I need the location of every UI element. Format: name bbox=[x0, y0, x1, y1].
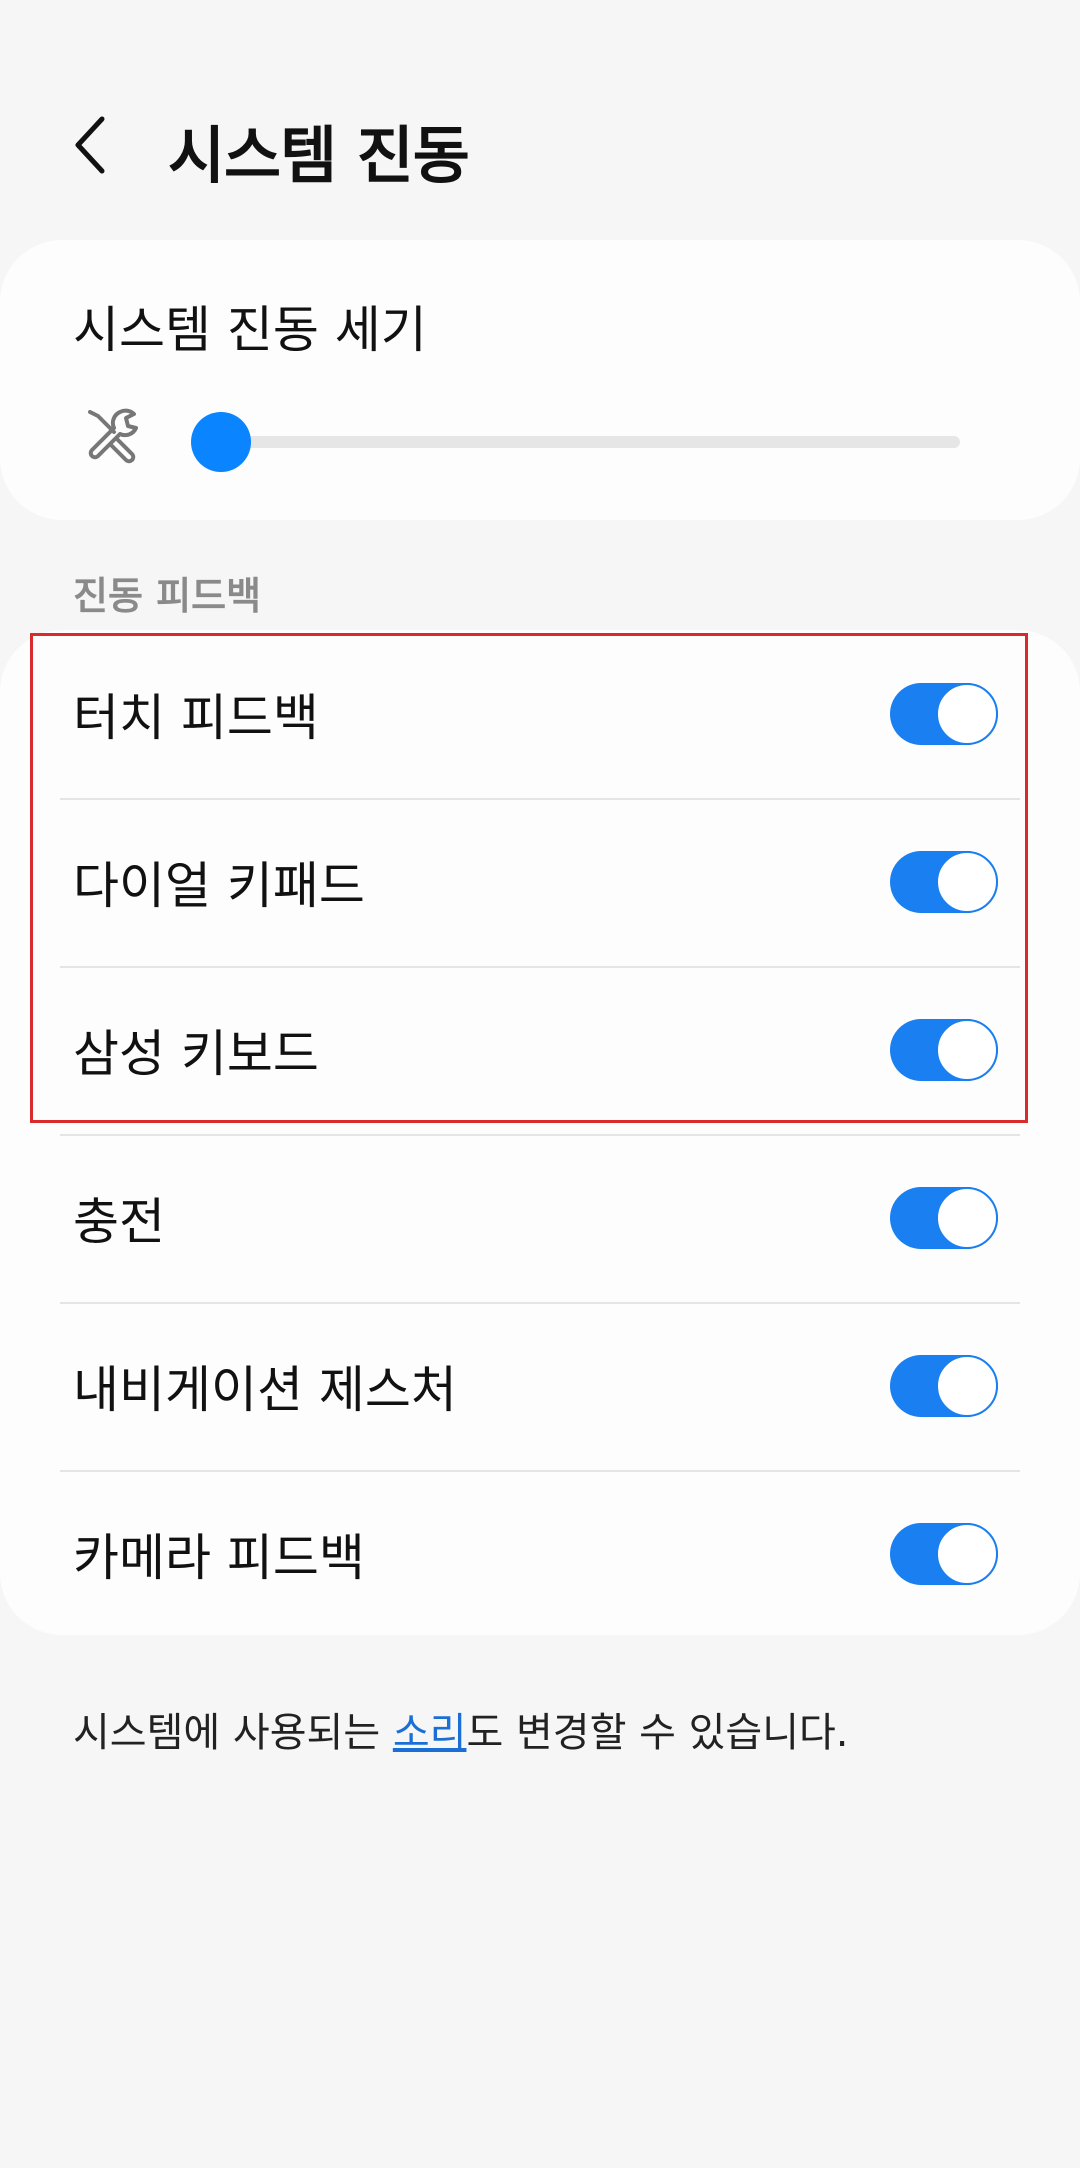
toggle-knob bbox=[936, 1523, 998, 1585]
list-item-samsung-keyboard[interactable]: 삼성 키보드 bbox=[0, 966, 1080, 1134]
intensity-title: 시스템 진동 세기 bbox=[73, 301, 427, 359]
list-item-label: 내비게이션 제스처 bbox=[73, 1361, 457, 1419]
toggle-knob bbox=[936, 851, 998, 913]
list-item-label: 삼성 키보드 bbox=[73, 1025, 319, 1083]
list-item-charging[interactable]: 충전 bbox=[0, 1134, 1080, 1302]
list-item-label: 터치 피드백 bbox=[73, 689, 319, 747]
list-item-camera-feedback[interactable]: 카메라 피드백 bbox=[0, 1470, 1080, 1638]
app-bar: 시스템 진동 bbox=[0, 95, 1080, 195]
toggle-switch[interactable] bbox=[890, 1355, 998, 1417]
toggle-knob bbox=[936, 1019, 998, 1081]
toggle-switch[interactable] bbox=[890, 683, 998, 745]
footer-text: 도 변경할 수 있습니다. bbox=[466, 1710, 849, 1756]
system-vibration-screen: 시스템 진동 시스템 진동 세기 진동 피드백 터치 피드백 다이얼 키패드 삼… bbox=[0, 0, 1080, 2168]
back-button[interactable] bbox=[62, 116, 118, 174]
footer-text: 시스템에 사용되는 bbox=[73, 1710, 393, 1756]
footer-note: 시스템에 사용되는 소리도 변경할 수 있습니다. bbox=[73, 1700, 849, 1758]
intensity-slider-thumb[interactable] bbox=[191, 412, 251, 472]
wrench-screwdriver-icon bbox=[88, 408, 138, 464]
chevron-left-icon bbox=[75, 116, 105, 174]
toggle-knob bbox=[936, 683, 998, 745]
toggle-switch[interactable] bbox=[890, 1523, 998, 1585]
toggle-switch[interactable] bbox=[890, 1187, 998, 1249]
toggle-knob bbox=[936, 1187, 998, 1249]
list-item-label: 카메라 피드백 bbox=[73, 1529, 365, 1587]
toggle-switch[interactable] bbox=[890, 1019, 998, 1081]
list-item-label: 다이얼 키패드 bbox=[73, 857, 365, 915]
toggle-knob bbox=[936, 1355, 998, 1417]
section-header-vibration-feedback: 진동 피드백 bbox=[73, 574, 262, 618]
vibration-intensity-card: 시스템 진동 세기 bbox=[0, 240, 1080, 520]
page-title: 시스템 진동 bbox=[168, 119, 470, 192]
toggle-switch[interactable] bbox=[890, 851, 998, 913]
list-item-dial-keypad[interactable]: 다이얼 키패드 bbox=[0, 798, 1080, 966]
list-item-navigation-gestures[interactable]: 내비게이션 제스처 bbox=[0, 1302, 1080, 1470]
list-item-label: 충전 bbox=[73, 1193, 165, 1251]
vibration-feedback-card: 터치 피드백 다이얼 키패드 삼성 키보드 충전 내비게이션 제스처 카메라 피… bbox=[0, 630, 1080, 1635]
list-item-touch-feedback[interactable]: 터치 피드백 bbox=[0, 630, 1080, 798]
sounds-link[interactable]: 소리 bbox=[393, 1710, 467, 1756]
intensity-slider-track[interactable] bbox=[210, 436, 960, 448]
